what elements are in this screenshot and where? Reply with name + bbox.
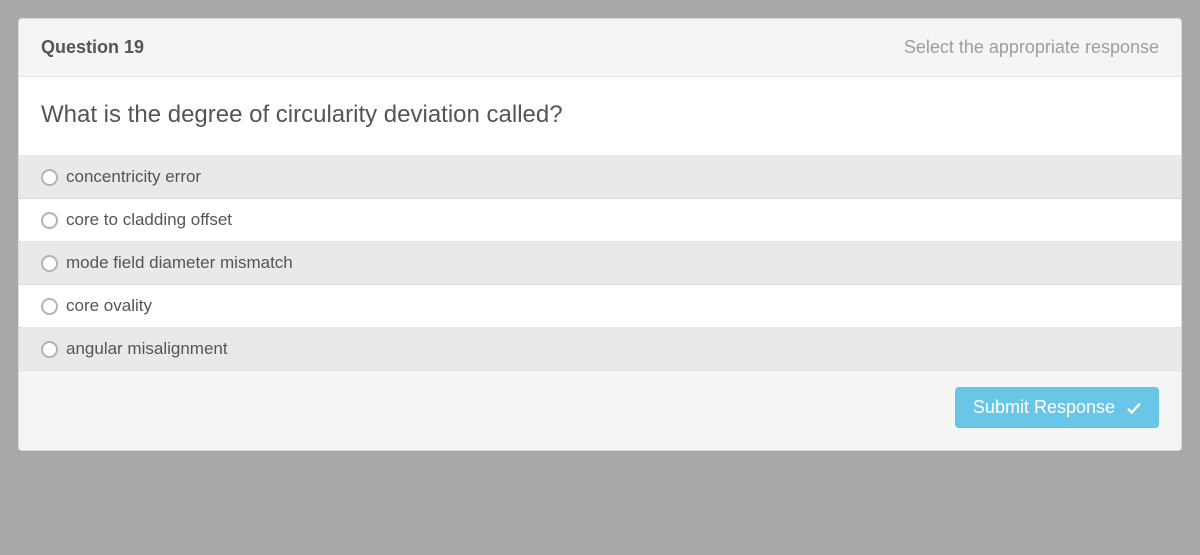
options-list: concentricity error core to cladding off… bbox=[19, 155, 1181, 371]
option-row[interactable]: mode field diameter mismatch bbox=[19, 242, 1181, 285]
panel-footer: Submit Response bbox=[19, 371, 1181, 450]
submit-button-label: Submit Response bbox=[973, 397, 1115, 418]
option-label: core to cladding offset bbox=[66, 210, 232, 230]
option-row[interactable]: angular misalignment bbox=[19, 328, 1181, 371]
radio-icon[interactable] bbox=[41, 298, 58, 315]
radio-icon[interactable] bbox=[41, 341, 58, 358]
question-text-wrap: What is the degree of circularity deviat… bbox=[19, 77, 1181, 155]
question-text: What is the degree of circularity deviat… bbox=[41, 101, 1159, 129]
question-panel: Question 19 Select the appropriate respo… bbox=[18, 18, 1182, 451]
option-label: core ovality bbox=[66, 296, 152, 316]
check-icon bbox=[1125, 399, 1143, 417]
option-row[interactable]: core to cladding offset bbox=[19, 199, 1181, 242]
radio-icon[interactable] bbox=[41, 169, 58, 186]
option-row[interactable]: core ovality bbox=[19, 285, 1181, 328]
option-row[interactable]: concentricity error bbox=[19, 156, 1181, 199]
option-label: mode field diameter mismatch bbox=[66, 253, 293, 273]
option-label: concentricity error bbox=[66, 167, 201, 187]
panel-header: Question 19 Select the appropriate respo… bbox=[19, 19, 1181, 77]
radio-icon[interactable] bbox=[41, 255, 58, 272]
option-label: angular misalignment bbox=[66, 339, 228, 359]
question-number: Question 19 bbox=[41, 37, 144, 58]
question-instruction: Select the appropriate response bbox=[904, 37, 1159, 58]
radio-icon[interactable] bbox=[41, 212, 58, 229]
submit-button[interactable]: Submit Response bbox=[955, 387, 1159, 428]
